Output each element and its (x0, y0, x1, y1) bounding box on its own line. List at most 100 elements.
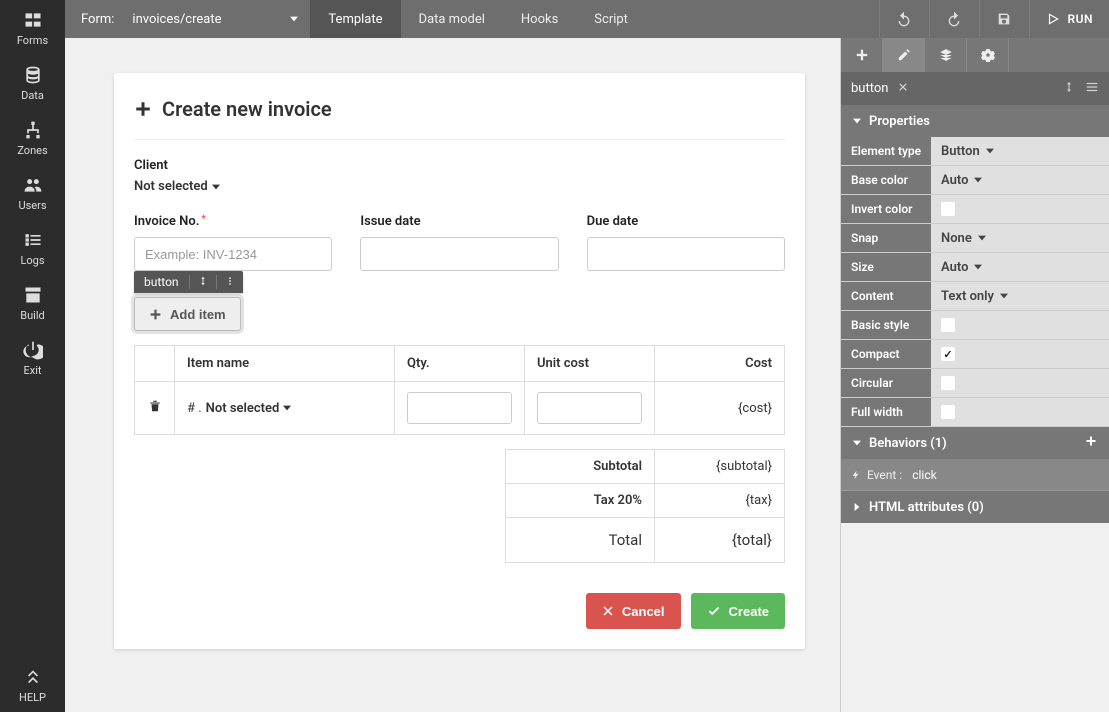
client-value: Not selected (134, 179, 208, 194)
cancel-button[interactable]: Cancel (586, 593, 681, 629)
content-select[interactable]: Text only (931, 282, 1109, 310)
client-dropdown[interactable]: Not selected (134, 179, 785, 194)
sidebar-item-zones[interactable]: Zones (0, 110, 65, 165)
sidebar-item-forms[interactable]: Forms (0, 0, 65, 55)
close-icon (898, 82, 908, 92)
delete-row-button[interactable] (148, 402, 162, 417)
event-value: click (912, 468, 936, 482)
plus-icon (149, 308, 162, 321)
card-header: Create new invoice (134, 93, 785, 140)
subtotal-label: Subtotal (506, 450, 655, 484)
due-date-label: Due date (587, 214, 785, 229)
menu-icon (1085, 80, 1099, 94)
save-button[interactable] (979, 0, 1029, 38)
tab-data-model[interactable]: Data model (401, 0, 503, 38)
section-header-behaviors[interactable]: Behaviors (1) (841, 427, 1109, 459)
prop-content: Content Text only (841, 282, 1109, 311)
sidebar-item-data[interactable]: Data (0, 55, 65, 110)
event-label: Event : (867, 468, 902, 482)
run-button[interactable]: RUN (1029, 0, 1109, 38)
qty-input[interactable] (407, 392, 512, 424)
cogs-icon (981, 48, 995, 62)
element-type-select[interactable]: Button (931, 137, 1109, 165)
circular-checkbox[interactable] (931, 369, 1109, 397)
sidebar-item-label: Forms (17, 34, 48, 47)
compact-checkbox[interactable] (931, 340, 1109, 368)
mode-layers-button[interactable] (925, 38, 967, 72)
sidebar-item-build[interactable]: Build (0, 275, 65, 330)
add-behavior-button[interactable] (1085, 435, 1097, 451)
basic-style-checkbox[interactable] (931, 311, 1109, 339)
mode-edit-button[interactable] (883, 38, 925, 72)
tax-label: Tax 20% (506, 484, 655, 518)
sidebar-item-logs[interactable]: Logs (0, 220, 65, 275)
users-icon (23, 175, 43, 195)
mode-add-button[interactable] (841, 38, 883, 72)
table-row: # . Not selected {cost} (135, 382, 785, 435)
redo-button[interactable] (929, 0, 979, 38)
pencil-icon (897, 48, 911, 62)
col-cost: Cost (655, 346, 785, 382)
unit-cost-input[interactable] (537, 392, 642, 424)
undo-button[interactable] (879, 0, 929, 38)
sidebar-item-users[interactable]: Users (0, 165, 65, 220)
selection-menu-button[interactable] (217, 275, 243, 289)
sidebar-item-label: HELP (19, 691, 46, 704)
mode-settings-button[interactable] (967, 38, 1009, 72)
section-header-attrs[interactable]: HTML attributes (0) (841, 491, 1109, 523)
chevron-down-icon (283, 404, 291, 412)
invoice-no-input[interactable] (134, 237, 332, 271)
layers-icon (939, 48, 953, 62)
invert-color-checkbox[interactable] (931, 195, 1109, 223)
crumb-close-button[interactable] (898, 81, 908, 96)
create-label: Create (729, 604, 769, 619)
section-title: HTML attributes (0) (869, 500, 984, 515)
sidebar-item-help[interactable]: HELP (0, 657, 65, 712)
issue-date-input[interactable] (360, 237, 558, 271)
window-icon (23, 10, 43, 30)
caret-icon (853, 439, 861, 447)
chevron-down-icon (290, 15, 298, 23)
add-item-button[interactable]: Add item (134, 297, 241, 331)
selection-move-button[interactable] (190, 275, 217, 289)
add-item-label: Add item (170, 307, 226, 322)
trash-icon (148, 399, 162, 413)
tab-template[interactable]: Template (310, 0, 400, 38)
chevron-down-icon (978, 234, 986, 242)
item-name-dropdown[interactable]: # . Not selected (187, 401, 291, 416)
bolt-icon (851, 470, 861, 480)
tab-script[interactable]: Script (576, 0, 646, 38)
size-select[interactable]: Auto (931, 253, 1109, 281)
col-unit-cost: Unit cost (525, 346, 655, 382)
prop-circular: Circular (841, 369, 1109, 398)
properties-panel: button Properties Element type Button Ba… (840, 38, 1109, 712)
tab-hooks[interactable]: Hooks (503, 0, 576, 38)
save-icon (996, 11, 1012, 27)
full-width-checkbox[interactable] (931, 398, 1109, 426)
crumb-move-button[interactable] (1063, 81, 1075, 97)
chevron-down-icon (986, 147, 994, 155)
behavior-row[interactable]: Event : click (841, 459, 1109, 491)
form-select[interactable]: invoices/create (120, 0, 310, 38)
chevron-up-double-icon (23, 667, 43, 687)
cancel-label: Cancel (622, 604, 665, 619)
chevron-down-icon (212, 183, 220, 191)
create-button[interactable]: Create (691, 593, 785, 629)
due-date-input[interactable] (587, 237, 785, 271)
section-header-properties[interactable]: Properties (841, 105, 1109, 137)
subtotal-value: {subtotal} (655, 450, 785, 484)
total-value: {total} (655, 518, 785, 563)
snap-select[interactable]: None (931, 224, 1109, 252)
prop-element-type: Element type Button (841, 137, 1109, 166)
check-icon (707, 604, 721, 618)
main-sidebar: Forms Data Zones Users Logs Build Exit H… (0, 0, 65, 712)
section-title: Behaviors (1) (869, 436, 947, 451)
selection-crumb: button (841, 72, 1109, 105)
undo-icon (896, 11, 912, 27)
sidebar-item-exit[interactable]: Exit (0, 330, 65, 385)
crumb-menu-button[interactable] (1085, 80, 1099, 98)
base-color-select[interactable]: Auto (931, 166, 1109, 194)
card-title: Create new invoice (162, 97, 332, 121)
issue-date-label: Issue date (360, 214, 558, 229)
list-icon (23, 230, 43, 250)
